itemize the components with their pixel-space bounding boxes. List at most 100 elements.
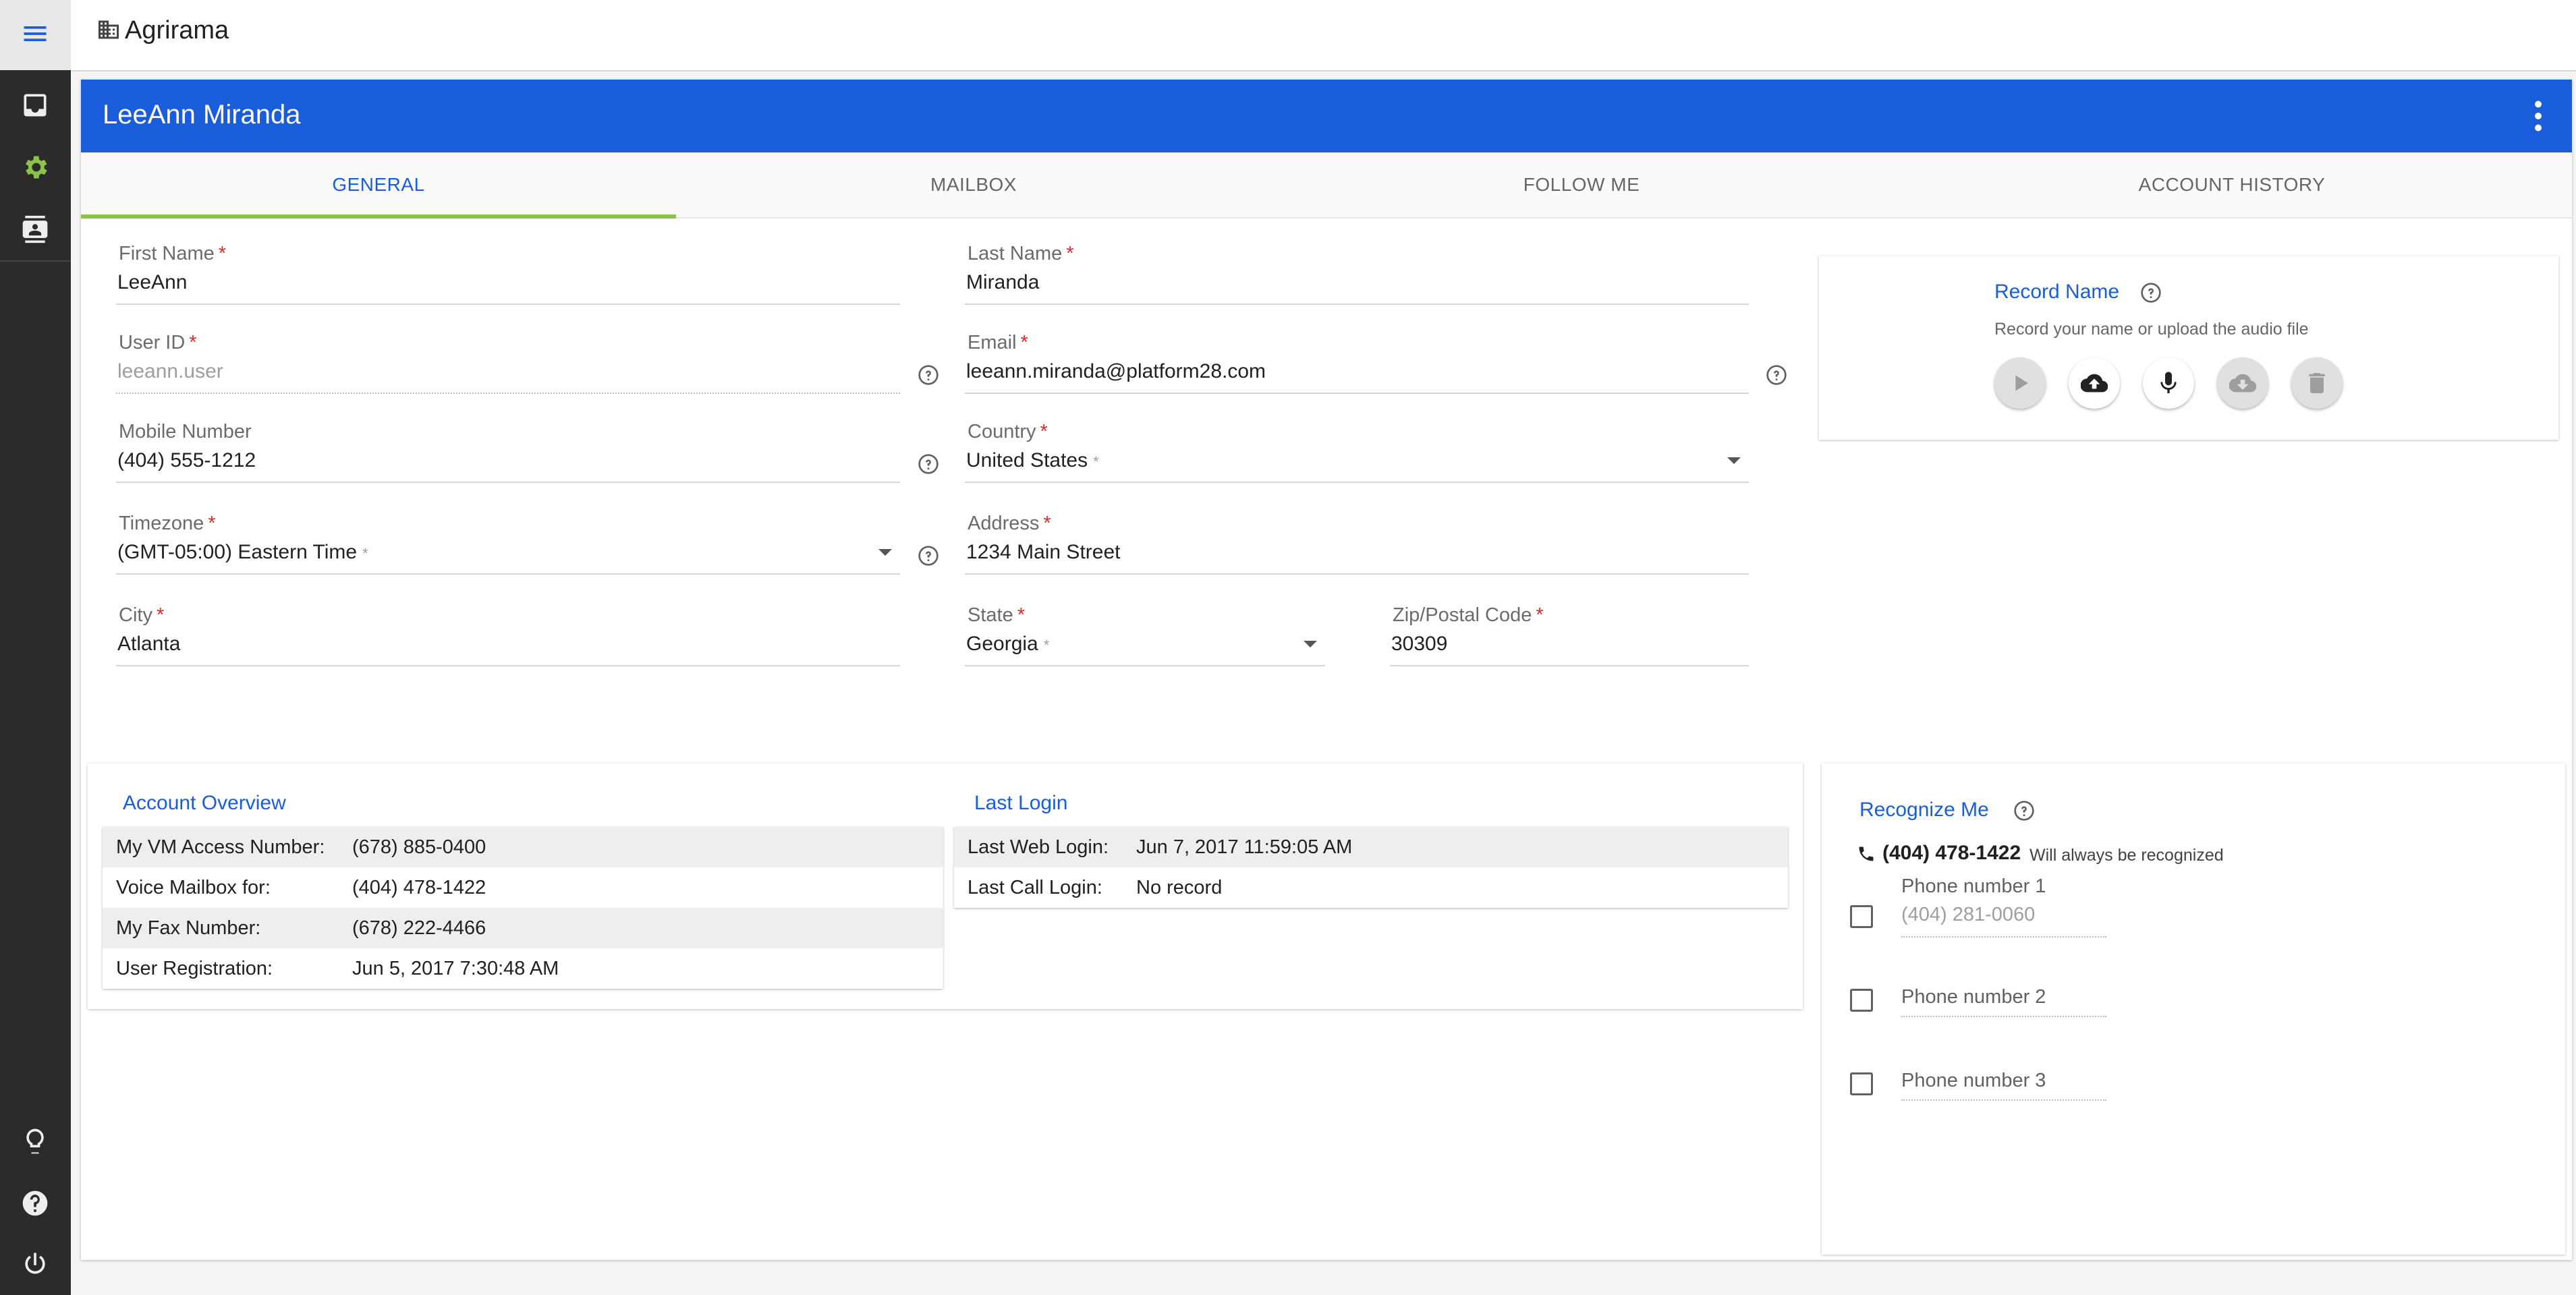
required-mark: * bbox=[1040, 421, 1048, 442]
phone-number-3-field[interactable]: Phone number 3 bbox=[1901, 1070, 2106, 1101]
state-select[interactable]: State * Georgia * bbox=[965, 604, 1325, 666]
address-label-text: Address bbox=[968, 513, 1040, 534]
power-icon[interactable] bbox=[15, 1244, 55, 1284]
delete-button[interactable] bbox=[2291, 357, 2343, 409]
menu-icon[interactable] bbox=[15, 13, 55, 54]
last-name-field[interactable]: Last Name * Miranda bbox=[965, 243, 1749, 305]
user-id-label: User ID * bbox=[119, 332, 197, 354]
trash-icon bbox=[2309, 373, 2325, 393]
required-mark: * bbox=[1093, 453, 1099, 470]
table-row: Last Call Login: No record bbox=[954, 867, 1788, 908]
country-label: Country * bbox=[968, 421, 1048, 443]
field-underline bbox=[965, 573, 1749, 575]
user-id-value: leeann.user bbox=[117, 360, 223, 382]
tab-follow-me[interactable]: FOLLOW ME bbox=[1271, 152, 1892, 217]
tab-mailbox[interactable]: MAILBOX bbox=[676, 152, 1271, 217]
required-mark: * bbox=[208, 513, 216, 534]
last-name-value: Miranda bbox=[966, 271, 1040, 293]
user-card: LeeAnn Miranda GENERAL MAILBOX FOLLOW ME… bbox=[81, 80, 2572, 1260]
gear-icon[interactable] bbox=[15, 147, 55, 188]
phone-3-checkbox[interactable] bbox=[1850, 1072, 1873, 1095]
recognize-me-help-icon[interactable] bbox=[2013, 800, 2035, 822]
last-login-table: Last Web Login: Jun 7, 2017 11:59:05 AM … bbox=[954, 827, 1788, 908]
account-overview-table: My VM Access Number: (678) 885-0400 Voic… bbox=[103, 827, 943, 989]
required-mark: * bbox=[1020, 332, 1028, 353]
record-name-panel: Record Name Record your name or upload t… bbox=[1819, 256, 2558, 440]
phone-number-1-field[interactable]: Phone number 1 (404) 281-0060 bbox=[1901, 875, 2106, 938]
inbox-icon[interactable] bbox=[15, 85, 55, 125]
help-icon[interactable] bbox=[15, 1183, 55, 1224]
zip-code-label-text: Zip/Postal Code bbox=[1393, 604, 1532, 626]
zip-code-label: Zip/Postal Code * bbox=[1393, 604, 1544, 627]
timezone-help-icon[interactable] bbox=[918, 545, 939, 567]
field-underline bbox=[1901, 1016, 2106, 1017]
row-label: My VM Access Number: bbox=[116, 836, 325, 858]
timezone-select[interactable]: Timezone * (GMT-05:00) Eastern Time * bbox=[116, 513, 900, 575]
email-label: Email * bbox=[968, 332, 1028, 354]
play-icon bbox=[2015, 375, 2028, 391]
state-label-text: State bbox=[968, 604, 1013, 626]
record-button[interactable] bbox=[2143, 357, 2194, 409]
country-select[interactable]: Country * United States * bbox=[965, 421, 1749, 483]
zip-code-field[interactable]: Zip/Postal Code * 30309 bbox=[1390, 604, 1749, 666]
field-underline bbox=[965, 665, 1325, 666]
required-mark: * bbox=[1536, 604, 1544, 626]
field-underline bbox=[116, 304, 900, 305]
field-underline bbox=[1901, 936, 2106, 938]
active-tab-indicator bbox=[81, 214, 676, 219]
required-mark: * bbox=[362, 545, 368, 562]
email-label-text: Email bbox=[968, 332, 1017, 353]
mobile-number-value: (404) 555-1212 bbox=[117, 449, 256, 471]
field-underline bbox=[965, 482, 1749, 483]
account-info-panel: Account Overview Last Login My VM Access… bbox=[88, 764, 1803, 1009]
email-field[interactable]: Email * leeann.miranda@platform28.com bbox=[965, 332, 1749, 394]
app-title: Agrirama bbox=[125, 16, 229, 45]
tab-general[interactable]: GENERAL bbox=[81, 152, 676, 217]
recognize-me-panel: Recognize Me (404) 478-1422 Will always … bbox=[1822, 764, 2565, 1255]
user-id-label-text: User ID bbox=[119, 332, 186, 353]
lightbulb-icon[interactable] bbox=[15, 1121, 55, 1161]
last-name-label: Last Name * bbox=[968, 243, 1074, 265]
field-underline bbox=[965, 304, 1749, 305]
row-value: Jun 5, 2017 7:30:48 AM bbox=[352, 958, 559, 979]
rail-divider bbox=[0, 260, 71, 262]
play-button[interactable] bbox=[1994, 357, 2046, 409]
row-label: User Registration: bbox=[116, 958, 273, 979]
country-label-text: Country bbox=[968, 421, 1036, 442]
contact-card-icon[interactable] bbox=[15, 209, 55, 250]
first-name-field[interactable]: First Name * LeeAnn bbox=[116, 243, 900, 305]
top-bar: Agrirama bbox=[71, 0, 2576, 71]
field-underline bbox=[1901, 1099, 2106, 1101]
row-label: Last Web Login: bbox=[968, 836, 1109, 858]
timezone-label-text: Timezone bbox=[119, 513, 204, 534]
table-row: Voice Mailbox for: (404) 478-1422 bbox=[103, 867, 943, 908]
city-field[interactable]: City * Atlanta bbox=[116, 604, 900, 666]
user-id-field: User ID * leeann.user bbox=[116, 332, 900, 394]
phone-3-label: Phone number 3 bbox=[1901, 1070, 2046, 1091]
city-value: Atlanta bbox=[117, 633, 181, 655]
phone-1-checkbox[interactable] bbox=[1850, 905, 1873, 928]
more-vert-icon[interactable] bbox=[2518, 96, 2558, 136]
recognize-me-title: Recognize Me bbox=[1859, 799, 1989, 821]
phone-1-value: (404) 281-0060 bbox=[1901, 904, 2036, 925]
record-name-help-icon[interactable] bbox=[2140, 282, 2162, 304]
chevron-down-icon bbox=[878, 549, 892, 556]
mobile-number-field[interactable]: Mobile Number (404) 555-1212 bbox=[116, 421, 900, 483]
field-underline bbox=[116, 482, 900, 483]
upload-button[interactable] bbox=[2069, 357, 2120, 409]
email-help-icon[interactable] bbox=[1766, 364, 1787, 386]
city-label: City * bbox=[119, 604, 164, 627]
mobile-help-icon[interactable] bbox=[918, 453, 939, 475]
building-icon bbox=[99, 20, 119, 39]
zip-code-value: 30309 bbox=[1391, 633, 1448, 655]
last-login-title: Last Login bbox=[974, 792, 1068, 814]
user-id-help-icon[interactable] bbox=[918, 364, 939, 386]
download-button[interactable] bbox=[2217, 357, 2268, 409]
tab-account-history[interactable]: ACCOUNT HISTORY bbox=[1892, 152, 2572, 217]
phone-2-checkbox[interactable] bbox=[1850, 989, 1873, 1012]
row-value: No record bbox=[1136, 877, 1223, 898]
card-header: LeeAnn Miranda bbox=[81, 80, 2572, 152]
row-value: (404) 478-1422 bbox=[352, 877, 486, 898]
phone-number-2-field[interactable]: Phone number 2 bbox=[1901, 986, 2106, 1017]
address-field[interactable]: Address * 1234 Main Street bbox=[965, 513, 1749, 575]
